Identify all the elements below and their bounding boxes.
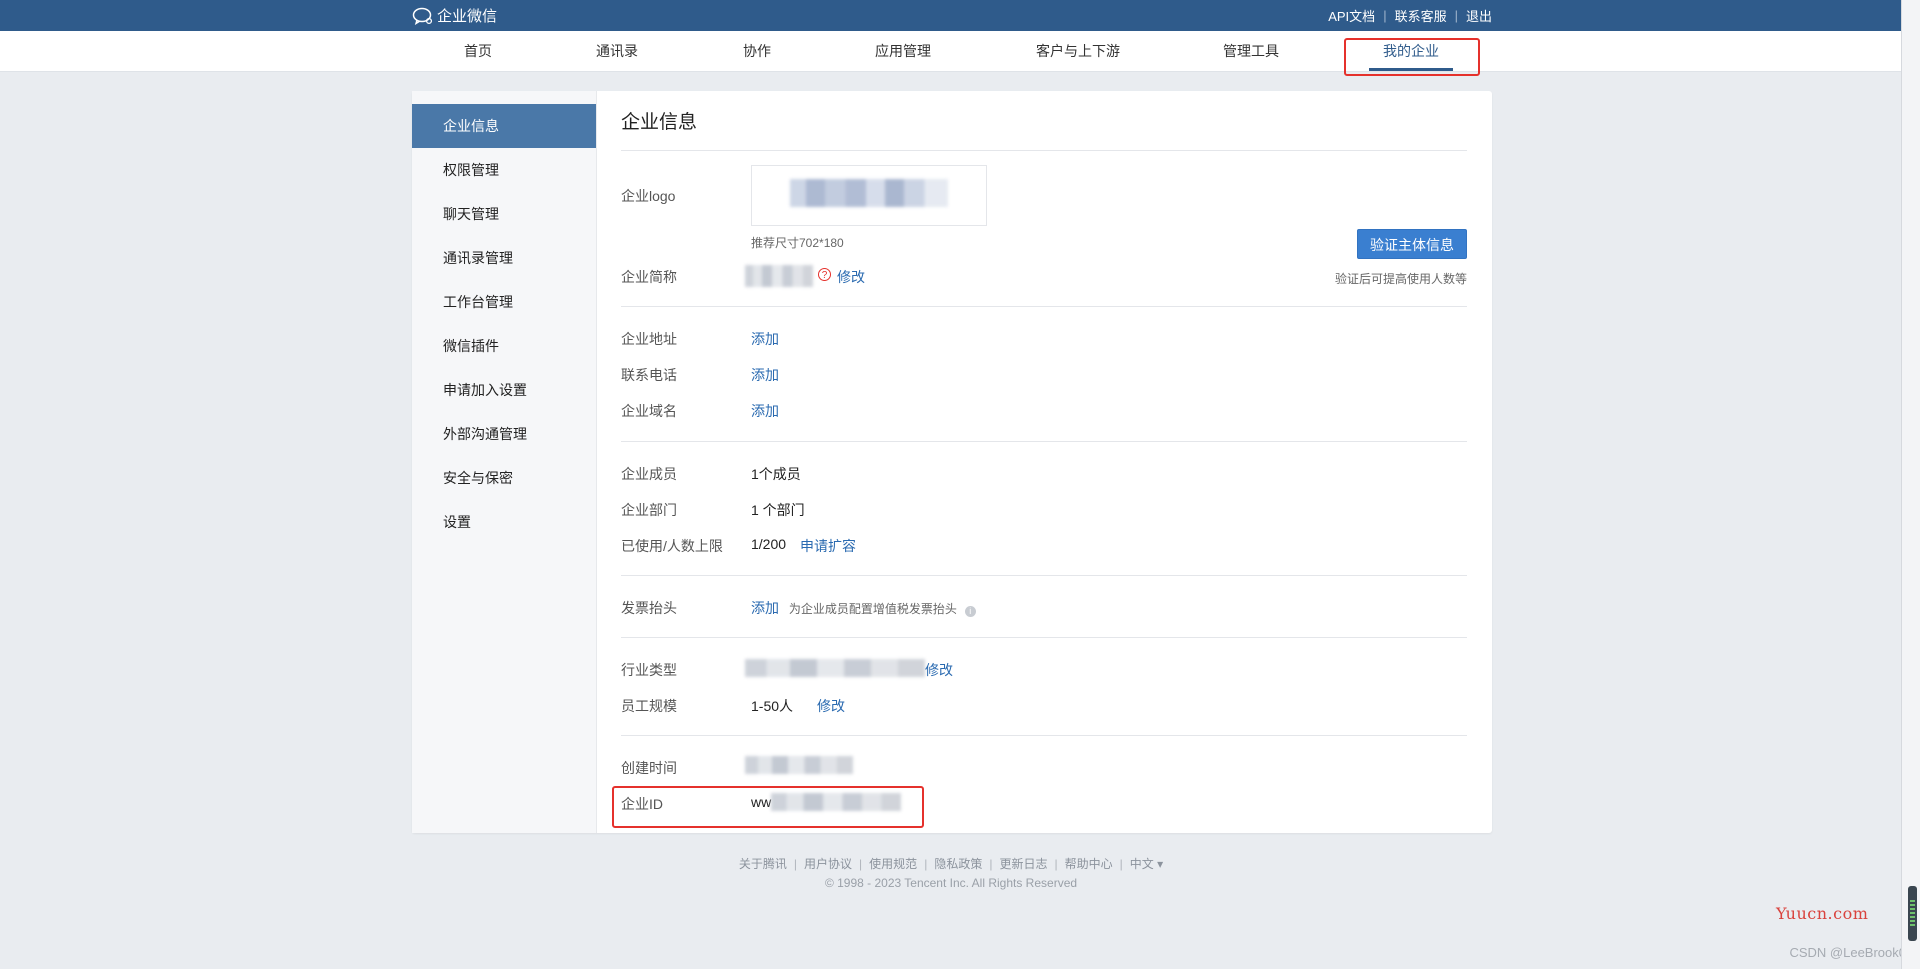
divider: [621, 150, 1467, 151]
footer-links: 关于腾讯 | 用户协议 | 使用规范 | 隐私政策 | 更新日志 | 帮助中心 | 中文 ▾: [0, 855, 1902, 872]
scrollbar-thumb[interactable]: [1908, 886, 1917, 941]
short-name-value: ?: [745, 265, 835, 287]
quota-label: 已使用/人数上限: [621, 538, 723, 554]
nav-collaboration[interactable]: 协作: [743, 31, 771, 71]
sidebar-item-wechat-plugin[interactable]: 微信插件: [412, 324, 596, 368]
help-icon[interactable]: ?: [818, 268, 831, 281]
expand-quota-link[interactable]: 申请扩容: [800, 536, 856, 556]
blurred-industry: [745, 659, 925, 677]
footer-help-link[interactable]: 帮助中心: [1065, 857, 1113, 871]
divider: [621, 306, 1467, 307]
logo-upload-box[interactable]: [751, 165, 987, 226]
members-value: 1个成员: [751, 466, 801, 482]
sidebar-item-join-settings[interactable]: 申请加入设置: [412, 368, 596, 412]
sidebar-item-settings[interactable]: 设置: [412, 500, 596, 544]
edit-scale-link[interactable]: 修改: [817, 696, 845, 716]
separator: |: [793, 857, 798, 871]
industry-label: 行业类型: [621, 662, 677, 678]
edit-short-name-link[interactable]: 修改: [837, 267, 865, 287]
blurred-short-name: [745, 265, 813, 287]
sidebar-menu: 企业信息 权限管理 聊天管理 通讯录管理 工作台管理 微信插件 申请加入设置 外…: [412, 91, 597, 833]
sidebar-item-external-communication[interactable]: 外部沟通管理: [412, 412, 596, 456]
divider: [621, 575, 1467, 576]
verify-tip: 验证后可提高使用人数等: [1334, 272, 1467, 286]
separator: |: [859, 857, 863, 871]
quota-value: 1/200: [751, 536, 787, 552]
sidebar-item-chat-management[interactable]: 聊天管理: [412, 192, 596, 236]
short-name-label: 企业简称: [621, 269, 677, 285]
separator: |: [1454, 8, 1458, 23]
sidebar-item-security[interactable]: 安全与保密: [412, 456, 596, 500]
nav-home[interactable]: 首页: [464, 31, 492, 71]
members-label: 企业成员: [621, 466, 677, 482]
divider: [621, 441, 1467, 442]
phone-label: 联系电话: [621, 367, 677, 383]
scale-value: 1-50人: [751, 698, 794, 714]
add-invoice-link[interactable]: 添加: [751, 600, 779, 616]
nav-app-management[interactable]: 应用管理: [875, 31, 931, 71]
edit-industry-link[interactable]: 修改: [925, 660, 953, 680]
blurred-created-time: [745, 756, 853, 774]
add-domain-link[interactable]: 添加: [751, 401, 779, 421]
site-watermark: Yuucn.com: [1776, 904, 1869, 923]
sidebar-item-permissions[interactable]: 权限管理: [412, 148, 596, 192]
api-docs-link[interactable]: API文档: [1328, 6, 1375, 25]
logout-link[interactable]: 退出: [1466, 6, 1492, 25]
copyright: © 1998 - 2023 Tencent Inc. All Rights Re…: [824, 876, 1078, 890]
invoice-label: 发票抬头: [621, 600, 677, 616]
top-links: API文档 | 联系客服 | 退出: [1328, 0, 1492, 31]
domain-label: 企业域名: [621, 403, 677, 419]
divider: [621, 637, 1467, 638]
corp-id-value: ww: [751, 794, 771, 810]
top-bar: 企业微信 API文档 | 联系客服 | 退出: [0, 0, 1920, 31]
departments-label: 企业部门: [621, 502, 677, 518]
separator: |: [989, 857, 993, 871]
nav-my-enterprise[interactable]: 我的企业: [1369, 31, 1453, 71]
logo-text: 企业微信: [437, 8, 498, 25]
separator: |: [1383, 8, 1387, 23]
sidebar-item-enterprise-info[interactable]: 企业信息: [412, 104, 596, 148]
add-address-link[interactable]: 添加: [751, 329, 779, 349]
created-label: 创建时间: [621, 760, 677, 776]
footer-privacy-link[interactable]: 隐私政策: [934, 857, 982, 871]
nav-management-tools[interactable]: 管理工具: [1223, 31, 1279, 71]
nav-contacts[interactable]: 通讯录: [596, 31, 638, 71]
separator: |: [1054, 857, 1058, 871]
verify-entity-button[interactable]: 验证主体信息: [1357, 229, 1467, 259]
corp-id-prefix: ww: [751, 794, 772, 810]
footer-about-link[interactable]: 关于腾讯: [739, 857, 787, 871]
wecom-logo[interactable]: 企业微信: [412, 0, 497, 31]
wecom-logo-icon: [412, 7, 433, 25]
address-label: 企业地址: [621, 331, 677, 347]
footer-language-select[interactable]: 中文 ▾: [1130, 857, 1163, 871]
sidebar-item-contacts-management[interactable]: 通讯录管理: [412, 236, 596, 280]
add-phone-link[interactable]: 添加: [751, 365, 779, 385]
page-title: 企业信息: [621, 112, 698, 133]
invoice-tip: 为企业成员配置增值税发票抬头: [788, 602, 957, 616]
logo-label: 企业logo: [621, 188, 676, 204]
footer-usage-rules-link[interactable]: 使用规范: [869, 857, 917, 871]
content-card: 企业信息 权限管理 聊天管理 通讯录管理 工作台管理 微信插件 申请加入设置 外…: [412, 91, 1492, 833]
blurred-corp-id: [771, 793, 901, 811]
departments-value: 1 个部门: [751, 502, 805, 518]
scale-label: 员工规模: [621, 698, 677, 714]
footer-user-agreement-link[interactable]: 用户协议: [804, 857, 852, 871]
contact-support-link[interactable]: 联系客服: [1395, 6, 1447, 25]
invoice-row: 添加 为企业成员配置增值税发票抬头 i: [751, 598, 976, 618]
nav-customers-partners[interactable]: 客户与上下游: [1036, 31, 1120, 71]
page-scrollbar[interactable]: [1901, 0, 1920, 969]
main-nav: 首页 通讯录 协作 应用管理 客户与上下游 管理工具 我的企业: [0, 31, 1902, 72]
blurred-logo: [790, 179, 948, 207]
separator: |: [1119, 857, 1123, 871]
separator: |: [924, 857, 928, 871]
sidebar-item-workbench-management[interactable]: 工作台管理: [412, 280, 596, 324]
divider: [621, 735, 1467, 736]
csdn-watermark: CSDN @LeeBrook0: [1789, 945, 1906, 960]
info-icon[interactable]: i: [964, 606, 976, 617]
footer-changelog-link[interactable]: 更新日志: [999, 857, 1047, 871]
corp-id-label: 企业ID: [621, 796, 663, 812]
logo-size-hint: 推荐尺寸702*180: [751, 236, 844, 250]
